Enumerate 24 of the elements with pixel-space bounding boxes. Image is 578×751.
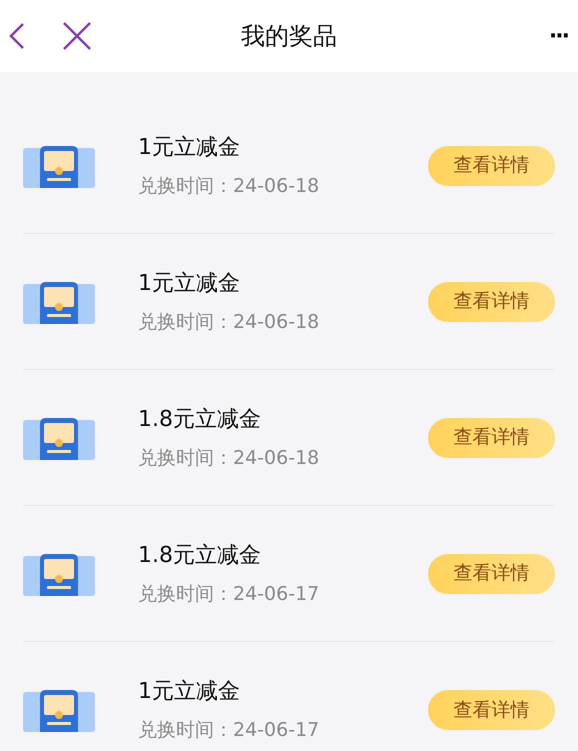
more-button[interactable]: ··· [548, 20, 568, 52]
view-details-button[interactable]: 查看详情 [428, 554, 555, 594]
view-details-button[interactable]: 查看详情 [428, 282, 555, 322]
back-icon[interactable] [8, 22, 26, 50]
coupon-drawing [23, 280, 95, 324]
prize-title: 1元立减金 [138, 270, 241, 296]
view-details-button[interactable]: 查看详情 [428, 418, 555, 458]
coupon-drawing [23, 688, 95, 732]
exchange-time: 兑换时间：24-06-18 [138, 446, 320, 468]
exchange-time: 兑换时间：24-06-17 [138, 582, 320, 604]
view-details-button[interactable]: 查看详情 [428, 146, 555, 186]
coupon-drawing [23, 416, 95, 460]
close-icon[interactable] [62, 21, 92, 51]
prize-title: 1元立减金 [138, 134, 241, 160]
page-title: 我的奖品 [241, 21, 337, 52]
exchange-time: 兑换时间：24-06-18 [138, 310, 320, 332]
prize-title: 1元立减金 [138, 679, 241, 705]
coupon-drawing [23, 552, 95, 596]
prize-title: 1.8元立减金 [138, 542, 262, 568]
exchange-time: 兑换时间：24-06-17 [138, 719, 320, 741]
exchange-time: 兑换时间：24-06-18 [138, 174, 320, 196]
prize-title: 1.8元立减金 [138, 406, 262, 432]
view-details-button[interactable]: 查看详情 [428, 690, 555, 730]
coupon-drawing [23, 144, 95, 188]
